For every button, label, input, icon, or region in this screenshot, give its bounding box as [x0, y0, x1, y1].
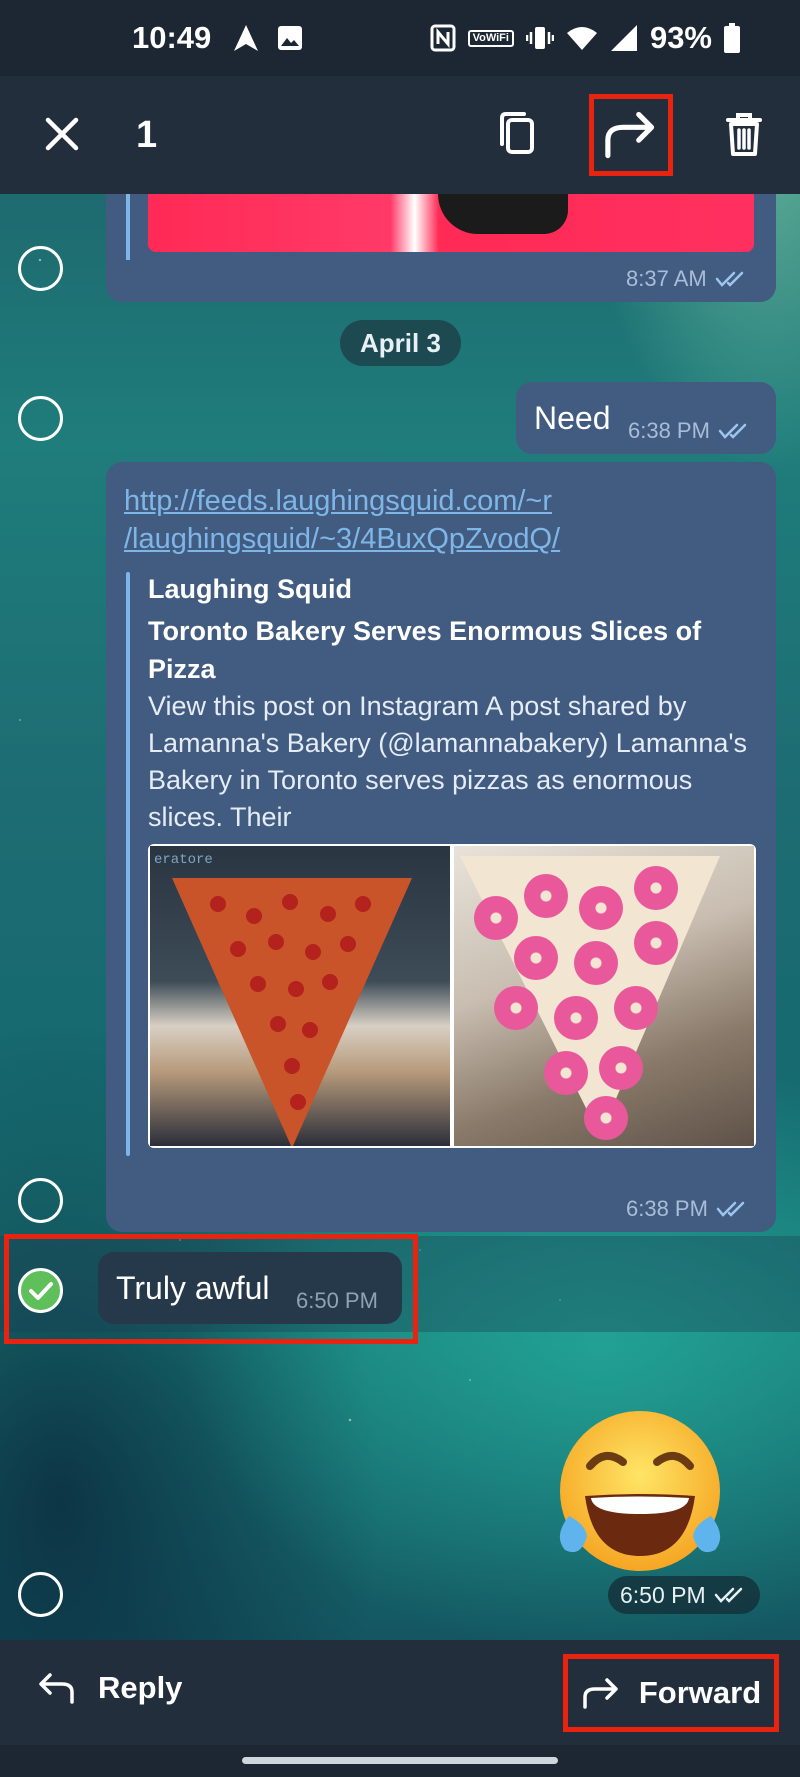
message-link[interactable]: http://feeds.laughingsquid.com/~r/laughi…	[124, 482, 560, 558]
status-time: 10:49	[132, 20, 212, 55]
message-time: 6:38 PM	[626, 1196, 708, 1221]
delete-icon	[726, 113, 762, 156]
preview-image[interactable]: eratore	[148, 844, 756, 1148]
date-chip: April 3	[340, 320, 461, 366]
home-gesture-handle[interactable]	[242, 1757, 558, 1764]
battery-icon	[724, 23, 740, 53]
copy-icon	[500, 112, 534, 154]
nfc-icon	[430, 24, 456, 52]
reply-button[interactable]: Reply	[36, 1668, 182, 1708]
forward-icon	[605, 111, 655, 159]
message-meta: 8:37 AM	[626, 266, 749, 292]
image-icon	[277, 25, 303, 51]
quote-bar	[126, 194, 130, 260]
wifi-icon	[566, 25, 598, 51]
select-circle[interactable]	[18, 396, 63, 441]
forward-button-bottom[interactable]: Forward	[563, 1654, 779, 1732]
laughing-tears-emoji[interactable]	[545, 1396, 735, 1586]
message-meta: 6:38 PM	[626, 1196, 750, 1222]
face-with-tears-of-joy-icon	[559, 1411, 721, 1571]
message-time: 6:38 PM	[628, 418, 710, 443]
forward-label: Forward	[638, 1675, 762, 1710]
reply-label: Reply	[98, 1670, 183, 1705]
double-check-icon	[715, 271, 743, 287]
forward-button-top[interactable]	[589, 94, 673, 176]
reply-icon	[39, 1673, 74, 1704]
message-text: Need	[534, 400, 611, 436]
donut-slice-photo	[454, 846, 754, 1146]
selected-count: 1	[136, 114, 158, 156]
pepperoni-slice-photo: eratore	[150, 846, 450, 1146]
message-bubble-need[interactable]: Need 6:38 PM	[516, 382, 776, 454]
battery-percent: 93%	[649, 20, 712, 55]
message-time: 6:50 PM	[620, 1581, 706, 1608]
media-image[interactable]	[148, 194, 754, 252]
message-meta: 6:38 PM	[628, 418, 752, 444]
preview-site-name: Laughing Squid	[148, 574, 352, 604]
vibrate-icon	[525, 24, 554, 52]
double-check-icon	[718, 423, 747, 439]
close-icon	[45, 117, 79, 151]
select-circle[interactable]	[18, 1178, 63, 1223]
delete-button[interactable]	[716, 106, 772, 162]
navigation-arrow-icon	[233, 24, 259, 52]
system-nav-bar	[0, 1745, 800, 1777]
preview-bar	[126, 572, 130, 1156]
selection-action-bar: 1	[0, 76, 800, 194]
media-message-bubble[interactable]: 8:37 AM	[106, 194, 776, 302]
forward-icon	[583, 1678, 618, 1709]
link-message-bubble[interactable]: http://feeds.laughingsquid.com/~r/laughi…	[106, 462, 776, 1232]
close-selection-button[interactable]	[34, 106, 90, 162]
signal-icon	[610, 24, 638, 52]
select-circle[interactable]	[18, 246, 63, 291]
preview-description: View this post on Instagram A post share…	[148, 691, 748, 832]
message-time: 8:37 AM	[626, 266, 707, 291]
highlight-frame	[4, 1234, 418, 1344]
select-circle[interactable]	[18, 1572, 63, 1617]
status-bar: 10:49 Vo WiFi 93%	[0, 0, 800, 76]
preview-title: Toronto Bakery Serves Enormous Slices of…	[148, 616, 702, 684]
double-check-icon	[714, 1587, 742, 1603]
double-check-icon	[716, 1201, 745, 1217]
bottom-action-bar: Reply Forward	[0, 1640, 800, 1745]
vowifi-icon: Vo WiFi	[467, 29, 514, 47]
emoji-message-meta: 6:50 PM	[608, 1576, 760, 1614]
copy-button[interactable]	[490, 106, 546, 162]
